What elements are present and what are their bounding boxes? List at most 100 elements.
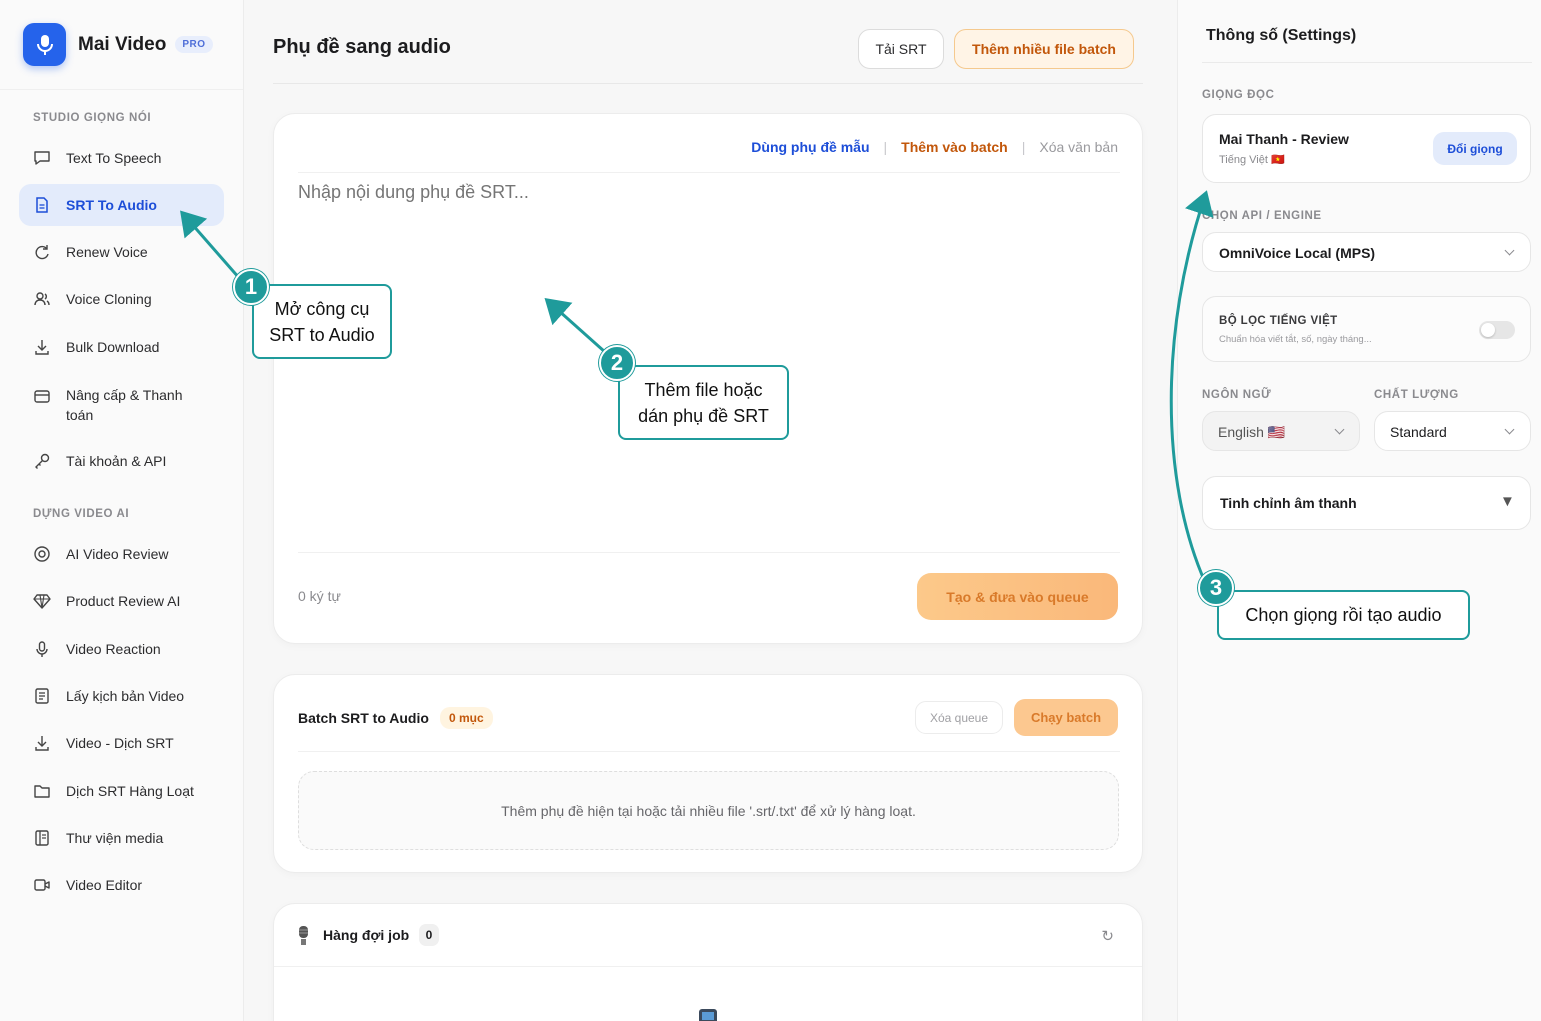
batch-card: Batch SRT to Audio 0 mục Xóa queue Chạy … xyxy=(273,674,1143,873)
separator: | xyxy=(1021,139,1026,155)
vietnamese-filter-card: BỘ LỌC TIẾNG VIỆT Chuẩn hóa viết tắt, số… xyxy=(1202,296,1531,362)
add-batch-files-button[interactable]: Thêm nhiều file batch xyxy=(954,29,1134,69)
brand: Mai Video PRO xyxy=(0,0,243,90)
script-icon xyxy=(33,687,51,705)
settings-panel: Thông số (Settings) GIỌNG ĐỌC Mai Thanh … xyxy=(1177,0,1541,1021)
sidebar-item-label: Product Review AI xyxy=(66,593,181,609)
filter-description: Chuẩn hóa viết tắt, số, ngày tháng... xyxy=(1219,334,1372,345)
video-icon xyxy=(33,876,51,894)
sidebar-item-label: Lấy kịch bản Video xyxy=(66,688,185,704)
sidebar-item-voice-cloning[interactable]: Voice Cloning xyxy=(19,278,224,320)
sidebar-item-product-review-ai[interactable]: Product Review AI xyxy=(19,580,224,622)
batch-count-badge: 0 mục xyxy=(440,707,493,729)
section-studio-label: STUDIO GIỌNG NÓI xyxy=(33,112,152,124)
srt-textarea[interactable] xyxy=(298,182,1120,542)
upload-srt-button[interactable]: Tải SRT xyxy=(858,29,944,69)
key-icon xyxy=(33,452,51,470)
mic-icon xyxy=(33,640,51,658)
sidebar-item-video-translate-srt[interactable]: Video - Dịch SRT xyxy=(19,722,224,764)
settings-title: Thông số (Settings) xyxy=(1206,27,1357,44)
filter-toggle[interactable] xyxy=(1479,321,1515,339)
chevron-down-icon xyxy=(1504,424,1515,435)
quality-select[interactable]: Standard xyxy=(1374,411,1531,451)
microphone-icon xyxy=(296,925,312,947)
sidebar-item-label: Text To Speech xyxy=(66,150,162,166)
annotation-step-3: Chọn giọng rồi tạo audio xyxy=(1217,590,1470,640)
chat-bubble-icon xyxy=(33,149,51,167)
annotation-text: Chọn giọng rồi tạo audio xyxy=(1245,605,1442,625)
create-and-queue-button[interactable]: Tạo & đưa vào queue xyxy=(917,573,1118,620)
audio-tuning-accordion[interactable]: Tinh chỉnh âm thanh ▼ xyxy=(1202,476,1531,530)
empty-film-icon xyxy=(697,1006,719,1021)
settings-divider xyxy=(1202,62,1532,63)
batch-divider xyxy=(298,751,1120,752)
refresh-icon[interactable]: ↻ xyxy=(1101,927,1114,945)
mic-logo-icon xyxy=(23,23,66,66)
annotation-text: SRT to Audio xyxy=(269,324,375,345)
queue-title: Hàng đợi job xyxy=(323,927,410,943)
sidebar-item-get-video-script[interactable]: Lấy kịch bản Video xyxy=(19,675,224,717)
chevron-down-icon xyxy=(1504,245,1515,256)
sidebar-item-account-api[interactable]: Tài khoản & API xyxy=(19,440,224,482)
toolbar-divider xyxy=(298,172,1120,173)
engine-label: CHỌN API / ENGINE xyxy=(1202,210,1322,222)
refresh-icon xyxy=(33,243,51,261)
sidebar-item-batch-translate-srt[interactable]: Dịch SRT Hàng Loạt xyxy=(19,770,224,812)
sidebar-item-label: Nâng cấp & Thanh toán xyxy=(66,387,183,423)
card-icon xyxy=(33,387,51,405)
sidebar-item-media-library[interactable]: Thư viện media xyxy=(19,817,224,859)
sidebar-item-label: SRT To Audio xyxy=(66,197,157,213)
filter-title: BỘ LỌC TIẾNG VIỆT xyxy=(1219,315,1338,327)
pro-badge: PRO xyxy=(175,36,213,53)
sidebar-item-video-reaction[interactable]: Video Reaction xyxy=(19,628,224,670)
language-value: English 🇺🇸 xyxy=(1218,424,1286,440)
sidebar: Mai Video PRO STUDIO GIỌNG NÓI Text To S… xyxy=(0,0,244,1021)
queue-card: Hàng đợi job 0 ↻ xyxy=(273,903,1143,1021)
sidebar-item-label: Video Editor xyxy=(66,877,143,893)
quality-value: Standard xyxy=(1390,424,1447,440)
sidebar-item-label: Renew Voice xyxy=(66,244,148,260)
app-name: Mai Video xyxy=(78,33,167,55)
quality-label: CHẤT LƯỢNG xyxy=(1374,389,1459,401)
document-icon xyxy=(33,196,51,214)
toggle-knob xyxy=(1481,323,1495,337)
users-icon xyxy=(33,290,51,308)
sidebar-item-text-to-speech[interactable]: Text To Speech xyxy=(19,137,224,179)
engine-select[interactable]: OmniVoice Local (MPS) xyxy=(1202,232,1531,272)
voice-card[interactable]: Mai Thanh - Review Tiếng Việt 🇻🇳 Đổi giọ… xyxy=(1202,114,1531,183)
annotation-step-2: Thêm file hoặc dán phụ đề SRT xyxy=(618,365,789,440)
voice-name: Mai Thanh - Review xyxy=(1219,131,1349,147)
sidebar-item-renew-voice[interactable]: Renew Voice xyxy=(19,231,224,273)
download-icon xyxy=(33,734,51,752)
step-2-badge: 2 xyxy=(599,345,635,381)
sidebar-item-label: Dịch SRT Hàng Loạt xyxy=(66,783,194,799)
queue-count-badge: 0 xyxy=(419,924,439,946)
change-voice-button[interactable]: Đổi giọng xyxy=(1433,132,1517,165)
clear-queue-button[interactable]: Xóa queue xyxy=(915,701,1003,734)
download-icon xyxy=(33,338,51,356)
sidebar-item-upgrade-payment[interactable]: Nâng cấp & Thanh toán xyxy=(19,383,209,429)
language-label: NGÔN NGỮ xyxy=(1202,389,1272,401)
use-sample-link[interactable]: Dùng phụ đề mẫu xyxy=(751,139,869,155)
sidebar-item-label: Bulk Download xyxy=(66,339,160,355)
step-3-badge: 3 xyxy=(1198,570,1234,606)
sidebar-item-bulk-download[interactable]: Bulk Download xyxy=(19,326,224,368)
sidebar-item-label: Video - Dịch SRT xyxy=(66,735,174,751)
sidebar-item-label: Thư viện media xyxy=(66,830,164,846)
engine-value: OmniVoice Local (MPS) xyxy=(1219,245,1376,261)
clear-text-link[interactable]: Xóa văn bản xyxy=(1039,139,1118,155)
sidebar-item-ai-video-review[interactable]: AI Video Review xyxy=(19,533,224,575)
language-select[interactable]: English 🇺🇸 xyxy=(1202,411,1360,451)
add-to-batch-link[interactable]: Thêm vào batch xyxy=(901,139,1008,155)
sidebar-item-srt-to-audio[interactable]: SRT To Audio xyxy=(19,184,224,226)
section-video-ai-label: DỰNG VIDEO AI xyxy=(33,508,130,520)
footer-divider xyxy=(298,552,1120,553)
batch-empty-dropzone[interactable]: Thêm phụ đề hiện tại hoặc tải nhiều file… xyxy=(298,771,1119,850)
run-batch-button[interactable]: Chạy batch xyxy=(1014,699,1118,736)
voice-label: GIỌNG ĐỌC xyxy=(1202,89,1275,101)
sidebar-item-video-editor[interactable]: Video Editor xyxy=(19,864,224,906)
batch-title: Batch SRT to Audio xyxy=(298,710,429,726)
sidebar-item-label: Tài khoản & API xyxy=(66,453,167,469)
annotation-text: dán phụ đề SRT xyxy=(638,405,769,426)
annotation-text: Mở công cụ xyxy=(274,298,370,319)
